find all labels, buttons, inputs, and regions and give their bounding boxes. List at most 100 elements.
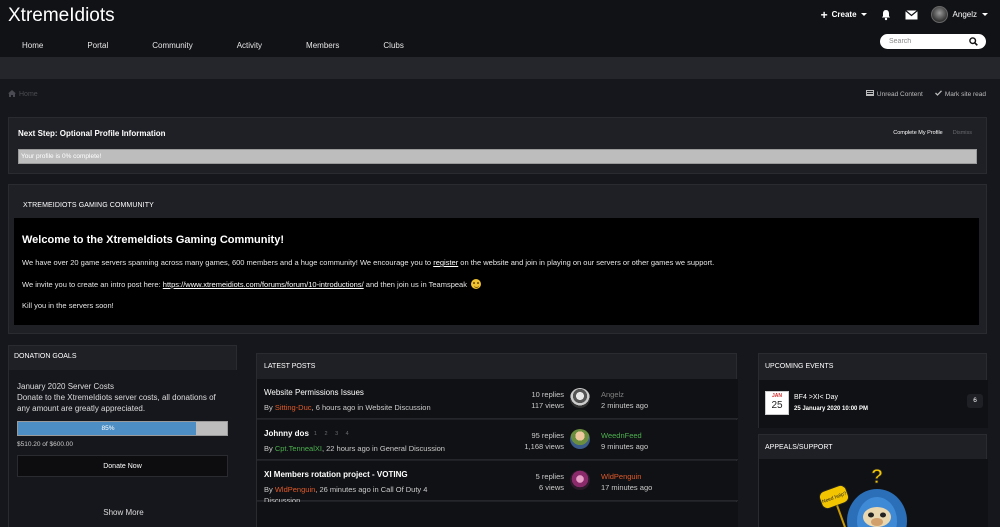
post-last-reply: Angelz 2 minutes ago	[601, 389, 648, 411]
post-replies: 5 replies	[535, 472, 564, 481]
introductions-link[interactable]: https://www.xtremeidiots.com/forums/foru…	[163, 280, 364, 289]
messages-envelope-icon[interactable]	[905, 8, 919, 22]
post-stats: 5 replies 6 views	[507, 471, 564, 493]
search-box	[880, 34, 986, 49]
home-icon[interactable]	[8, 90, 16, 99]
post-replies: 95 replies	[531, 431, 564, 440]
welcome-content: Welcome to the XtremeIdiots Gaming Commu…	[14, 218, 979, 325]
donate-now-button[interactable]: Donate Now	[17, 455, 228, 477]
event-month: JAN	[771, 393, 782, 399]
event-count-badge: 6	[967, 394, 983, 408]
create-label: Create	[831, 10, 857, 19]
event-date: 25 January 2020 10:00 PM	[794, 406, 869, 412]
donation-header: DONATION GOALS	[14, 353, 77, 360]
nav-portal[interactable]: Portal	[65, 38, 130, 56]
post-title[interactable]: XI Members rotation project - VOTING	[264, 470, 408, 479]
post-title-text: Johnny dos	[264, 429, 309, 438]
complete-profile-link[interactable]: Complete My Profile	[893, 130, 943, 136]
avatar[interactable]	[570, 470, 590, 490]
mark-site-read-link[interactable]: Mark site read	[934, 90, 986, 98]
notifications-bell-icon[interactable]	[879, 8, 893, 22]
create-button[interactable]: + Create	[821, 9, 867, 21]
post-row[interactable]: Johnny dos 1 2 3 4 By Cpt.TennealXI, 22 h…	[257, 420, 738, 460]
post-views: 6 views	[538, 483, 564, 492]
event-day: 25	[771, 400, 783, 411]
last-reply-user[interactable]: WeednFeed	[601, 430, 648, 441]
search-input[interactable]	[889, 38, 969, 45]
dismiss-link[interactable]: Dismiss	[953, 130, 972, 136]
appeals-header: APPEALS/SUPPORT	[765, 444, 833, 451]
welcome-panel-header: XTREMEIDIOTS GAMING COMMUNITY	[23, 202, 154, 209]
welcome-p1-text-end: on the website and join in playing on ou…	[458, 258, 715, 267]
last-reply-user[interactable]: WldPenguin	[601, 471, 652, 482]
welcome-p2-text-end: and then join us in Teamspeak	[363, 280, 467, 289]
help-mascot-image[interactable]: Need help? ?	[759, 459, 988, 527]
event-title[interactable]: BF4 >XI< Day	[794, 394, 838, 401]
nav-clubs[interactable]: Clubs	[361, 38, 425, 56]
nav-members[interactable]: Members	[284, 38, 361, 56]
profile-completion-panel: Next Step: Optional Profile Information …	[8, 117, 987, 174]
chevron-down-icon	[860, 13, 867, 16]
site-logo[interactable]: XtremeIdiots	[8, 5, 115, 27]
sub-nav-band	[0, 57, 1000, 79]
last-reply-time: 2 minutes ago	[601, 401, 649, 410]
user-menu[interactable]: Angelz	[930, 6, 988, 23]
nav-community[interactable]: Community	[130, 38, 214, 56]
post-meta: By Cpt.TennealXI, 22 hours ago in Genera…	[264, 443, 464, 454]
last-reply-time: 9 minutes ago	[601, 442, 649, 451]
post-last-reply: WldPenguin 17 minutes ago	[601, 471, 652, 493]
post-title-text: XI Members rotation project - VOTING	[264, 470, 408, 479]
breadcrumb-actions: Unread Content Mark site read	[865, 90, 986, 98]
post-pages[interactable]: 1 2 3 4	[314, 431, 352, 437]
unread-content-label: Unread Content	[876, 90, 923, 98]
search-icon[interactable]	[969, 33, 978, 51]
events-header: UPCOMING EVENTS	[765, 363, 834, 370]
last-reply-time: 17 minutes ago	[601, 483, 653, 492]
donation-percent: 85%	[101, 425, 115, 432]
register-link[interactable]: register	[433, 258, 458, 267]
avatar[interactable]	[570, 388, 590, 408]
last-reply-user[interactable]: Angelz	[601, 389, 648, 400]
latest-posts-header: LATEST POSTS	[264, 363, 316, 370]
unread-content-link[interactable]: Unread Content	[865, 90, 923, 98]
avatar[interactable]	[570, 429, 590, 449]
unread-content-icon	[865, 90, 874, 98]
breadcrumb-home[interactable]: Home	[19, 91, 38, 98]
appeals-support-widget: APPEALS/SUPPORT Need help? ?	[758, 434, 988, 527]
donation-body: January 2020 Server Costs Donate to the …	[9, 370, 238, 527]
nav-home[interactable]: Home	[0, 38, 65, 56]
appeals-body: Need help? ?	[759, 459, 988, 527]
post-author[interactable]: Cpt.TennealXI	[275, 444, 322, 453]
profile-progress-bar: Your profile is 0% complete!	[18, 149, 977, 164]
donation-title: January 2020 Server Costs	[17, 382, 114, 391]
post-row[interactable]: Website Permissions Issues By Sitting-Du…	[257, 379, 738, 419]
post-title[interactable]: Johnny dos 1 2 3 4	[264, 429, 352, 438]
post-by: By	[264, 403, 275, 412]
upcoming-events-widget: UPCOMING EVENTS JAN 25 BF4 >XI< Day 25 J…	[758, 353, 988, 428]
event-item[interactable]: JAN 25 BF4 >XI< Day 25 January 2020 10:0…	[759, 380, 988, 428]
post-stats: 10 replies 117 views	[507, 389, 564, 411]
post-author[interactable]: WldPenguin	[275, 485, 315, 494]
post-title[interactable]: Website Permissions Issues	[264, 388, 364, 397]
welcome-paragraph-1: We have over 20 game servers spanning ac…	[22, 258, 971, 268]
welcome-title: Welcome to the XtremeIdiots Gaming Commu…	[22, 234, 284, 246]
welcome-p2-text: We invite you to create an intro post he…	[22, 280, 163, 289]
post-replies: 10 replies	[531, 390, 564, 399]
post-views: 1,168 views	[524, 442, 564, 451]
mark-site-read-label: Mark site read	[944, 90, 986, 98]
user-name: Angelz	[952, 10, 977, 19]
post-when: , 6 hours ago in Website Discussion	[311, 403, 431, 412]
main-nav: Home Portal Community Activity Members C…	[0, 38, 426, 56]
show-more-button[interactable]: Show More	[9, 508, 238, 517]
post-row[interactable]	[257, 502, 738, 527]
post-row[interactable]: XI Members rotation project - VOTING By …	[257, 461, 738, 505]
avatar	[930, 6, 948, 23]
chevron-down-icon	[982, 13, 988, 16]
smiley-icon	[471, 279, 482, 289]
nav-activity[interactable]: Activity	[215, 38, 284, 56]
donation-progress-bar: 85%	[17, 421, 228, 436]
calendar-icon: JAN 25	[765, 391, 789, 415]
welcome-p1-text: We have over 20 game servers spanning ac…	[22, 258, 434, 267]
profile-actions: Complete My Profile Dismiss	[893, 130, 972, 136]
post-author[interactable]: Sitting-Duc	[275, 403, 312, 412]
